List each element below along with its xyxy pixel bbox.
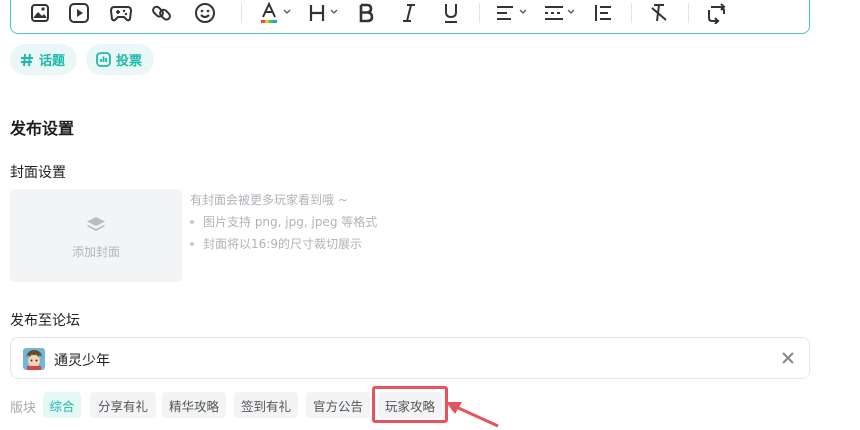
image-icon[interactable] xyxy=(28,1,52,25)
layers-icon xyxy=(87,217,105,231)
chevron-down-icon[interactable] xyxy=(519,8,527,16)
emoji-icon[interactable] xyxy=(193,1,217,25)
cover-hint-text: 封面将以16:9的尺寸裁切展示 xyxy=(203,237,362,251)
chevron-down-icon[interactable] xyxy=(283,8,291,16)
cover-hint-head: 有封面会被更多玩家看到哦 ~ xyxy=(190,193,348,207)
hashtag-icon xyxy=(21,53,33,66)
forum-avatar xyxy=(23,348,45,370)
link-icon[interactable] xyxy=(150,1,174,25)
chevron-down-icon[interactable] xyxy=(330,8,338,16)
clear-format-icon[interactable] xyxy=(647,1,671,25)
font-color-icon[interactable] xyxy=(257,1,281,25)
chevron-down-icon[interactable] xyxy=(567,8,575,16)
italic-icon[interactable] xyxy=(397,1,421,25)
forum-name: 通灵少年 xyxy=(54,353,110,369)
tag-official-notice[interactable]: 官方公告 xyxy=(306,392,370,418)
forum-select[interactable]: 通灵少年 xyxy=(10,337,810,379)
video-icon[interactable] xyxy=(67,1,91,25)
list-icon[interactable] xyxy=(591,1,615,25)
close-icon[interactable] xyxy=(781,351,795,365)
vote-label: 投票 xyxy=(116,54,143,69)
poll-icon xyxy=(96,52,111,67)
heading-icon[interactable] xyxy=(306,1,330,25)
toolbar-separator xyxy=(688,3,689,23)
divider-line-icon[interactable] xyxy=(542,1,566,25)
editor-card xyxy=(10,0,810,34)
toolbar-separator xyxy=(631,3,632,23)
toolbar-separator xyxy=(479,3,480,23)
cover-hint-item: 图片支持 png, jpg, jpeg 等格式 xyxy=(190,213,377,230)
tag-share-gift[interactable]: 分享有礼 xyxy=(90,392,156,418)
publish-settings-title: 发布设置 xyxy=(10,119,75,138)
highlight-annotation xyxy=(372,386,448,423)
toolbar-separator xyxy=(241,3,242,23)
add-cover-button[interactable]: 添加封面 xyxy=(10,189,182,282)
forum-label: 发布至论坛 xyxy=(10,313,80,329)
vote-button[interactable]: 投票 xyxy=(86,44,155,75)
cover-settings-label: 封面设置 xyxy=(10,165,66,181)
annotation-arrow-icon xyxy=(446,402,499,428)
bullet-dot xyxy=(190,219,194,224)
underline-icon[interactable] xyxy=(439,1,463,25)
editor-toolbar xyxy=(11,0,809,35)
tag-checkin-gift[interactable]: 签到有礼 xyxy=(234,392,298,418)
section-label: 版块 xyxy=(10,401,37,416)
tag-featured-guide[interactable]: 精华攻略 xyxy=(162,392,226,418)
cover-hint-item: 封面将以16:9的尺寸裁切展示 xyxy=(190,235,362,252)
bold-icon[interactable] xyxy=(354,1,378,25)
topic-button[interactable]: 话题 xyxy=(10,44,78,75)
add-cover-label: 添加封面 xyxy=(71,245,120,259)
bullet-dot xyxy=(190,241,194,246)
gamepad-icon[interactable] xyxy=(109,1,133,25)
tag-general[interactable]: 综合 xyxy=(43,392,81,418)
topic-label: 话题 xyxy=(39,54,66,69)
redo-icon[interactable] xyxy=(704,1,728,25)
align-icon[interactable] xyxy=(493,1,517,25)
cover-hint-text: 图片支持 png, jpg, jpeg 等格式 xyxy=(203,215,378,229)
